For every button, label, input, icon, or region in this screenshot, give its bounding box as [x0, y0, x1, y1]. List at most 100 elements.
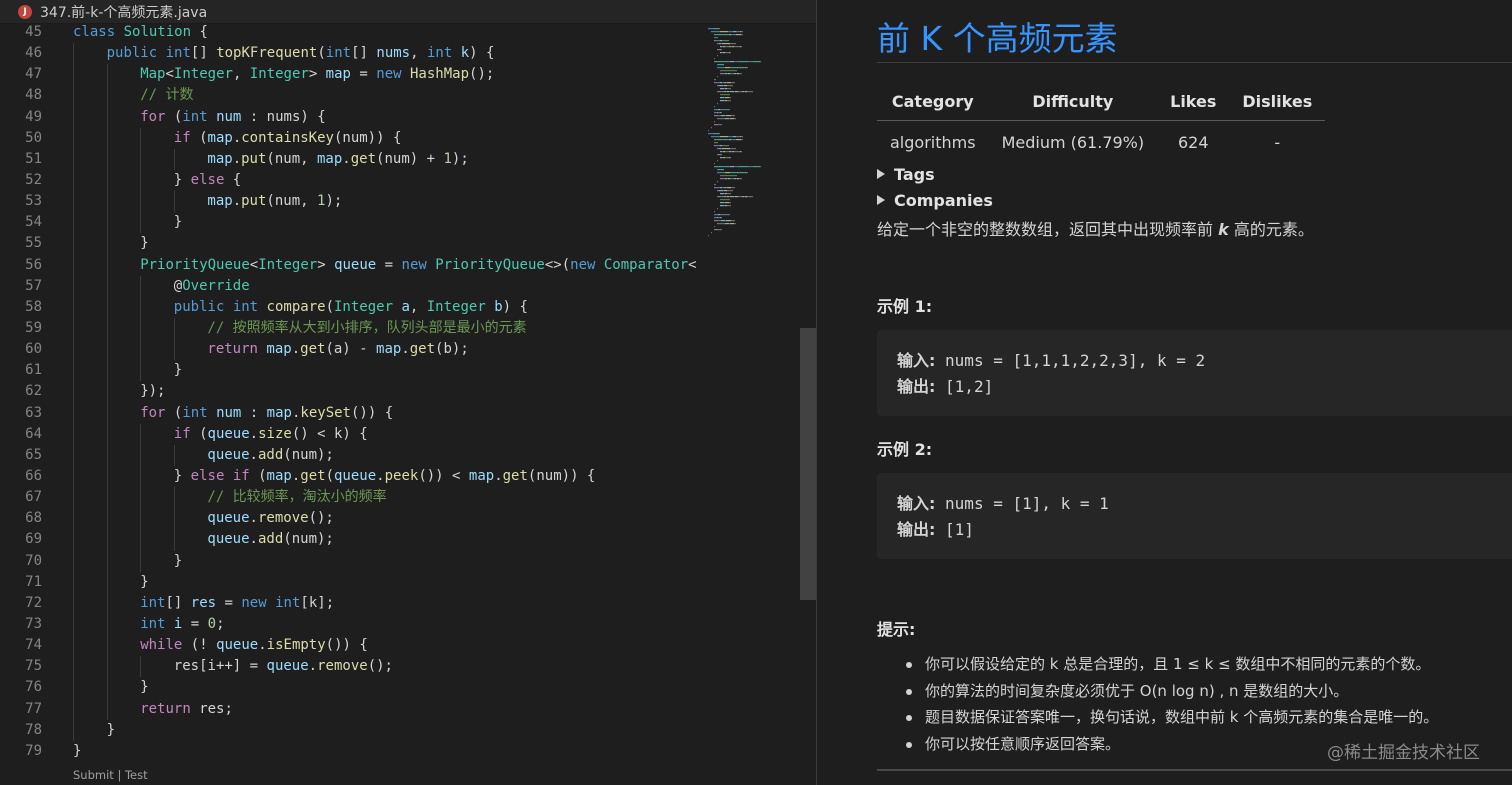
- code-line[interactable]: 74 while (! queue.isEmpty()) {: [0, 635, 704, 657]
- minimap-stroke: [727, 82, 731, 84]
- code-token: class: [73, 24, 116, 40]
- minimap-stroke: [722, 148, 730, 150]
- code-line[interactable]: 54}: [0, 212, 704, 234]
- minimap-stroke: [718, 154, 721, 156]
- code-line[interactable]: 71}: [0, 571, 704, 593]
- code-token: int: [426, 45, 453, 62]
- code-area[interactable]: 45 class Solution {46 public int[] topKFre…: [0, 22, 704, 762]
- indent-guide: [73, 169, 74, 192]
- code-line[interactable]: 62});: [0, 381, 704, 403]
- test-link[interactable]: Test: [125, 768, 148, 782]
- code-line[interactable]: 67 // 比较频率，淘汰小的频率: [0, 487, 704, 509]
- code-line[interactable]: 77 return res;: [0, 698, 704, 720]
- code-line[interactable]: 61}: [0, 360, 704, 382]
- code-line[interactable]: 64 if (queue.size() < k) {: [0, 423, 704, 445]
- code-token: }: [140, 573, 149, 590]
- code-token: (b);: [435, 341, 469, 358]
- code-line[interactable]: 45 class Solution {: [0, 22, 704, 43]
- submit-link[interactable]: Submit: [73, 768, 114, 782]
- minimap-stroke: [719, 187, 720, 189]
- code-text: return res;: [140, 699, 233, 720]
- code-token: size: [258, 425, 292, 442]
- code-line[interactable]: 70}: [0, 550, 704, 572]
- line-number: 68: [25, 510, 42, 527]
- minimap-stroke: [736, 166, 738, 168]
- minimap-stroke: [723, 166, 724, 168]
- minimap-stroke: [722, 46, 723, 48]
- minimap-stroke: [737, 178, 739, 180]
- code-token: int: [140, 615, 166, 632]
- code-line[interactable]: 66} else if (map.get(queue.peek()) < map…: [0, 465, 704, 488]
- code-editor[interactable]: J 347.前-k-个高频元素.java 45 class Solution {4…: [0, 0, 816, 785]
- code-text: for (int num : nums) {: [140, 107, 326, 128]
- code-token: queue: [266, 658, 309, 675]
- code-token: (: [317, 45, 326, 62]
- minimap-stroke: [729, 118, 730, 120]
- tags-disclosure[interactable]: Tags: [877, 165, 935, 184]
- code-token: []: [190, 45, 217, 62]
- minimap-stroke: [727, 178, 728, 180]
- code-line[interactable]: 55}: [0, 233, 704, 255]
- minimap-stroke: [731, 172, 736, 174]
- code-token: .: [308, 658, 318, 675]
- code-line[interactable]: 47 Map<Integer, Integer> map = new HashMa…: [0, 64, 704, 86]
- minimap-stroke: [725, 118, 729, 120]
- code-line[interactable]: 65 queue.add(num);: [0, 444, 704, 466]
- code-token: ,: [232, 66, 250, 83]
- indent-guide: [73, 550, 74, 572]
- code-line[interactable]: 51 map.put(num, map.get(num) + 1);: [0, 148, 704, 170]
- line-number: 51: [25, 150, 42, 167]
- minimap-stroke: [725, 52, 729, 54]
- minimap-stroke: [719, 82, 720, 84]
- editor-tab[interactable]: J 347.前-k-个高频元素.java: [0, 0, 207, 24]
- code-line[interactable]: 50 if (map.containsKey(num)) {: [0, 127, 704, 149]
- minimap-stroke: [718, 220, 721, 222]
- code-line[interactable]: 78}: [0, 719, 704, 741]
- code-token: (num)) {: [333, 129, 402, 146]
- code-line[interactable]: 59 // 按照频率从大到小排序，队列头部是最小的元素: [0, 317, 704, 340]
- code-line[interactable]: 58 public int compare(Integer a, Integer …: [0, 296, 704, 318]
- minimap-stroke: [714, 187, 716, 189]
- code-line[interactable]: 69 queue.add(num);: [0, 529, 704, 551]
- minimap-stroke: [738, 91, 742, 93]
- code-line[interactable]: 73 int i = 0;: [0, 613, 704, 636]
- code-line[interactable]: 46 public int[] topKFrequent(int[] nums, …: [0, 43, 704, 65]
- code-token: (num) +: [376, 150, 444, 167]
- code-line[interactable]: 49 for (int num : nums) {: [0, 106, 704, 128]
- code-token: int: [165, 45, 191, 62]
- code-text: public int[] topKFrequent(int[] nums, in…: [107, 43, 495, 64]
- difficulty-cell: Medium (61.79%): [1001, 133, 1145, 152]
- minimap-stroke: [730, 157, 731, 159]
- code-line[interactable]: 48 // 计数: [0, 85, 704, 107]
- scrollbar-thumb[interactable]: [800, 328, 816, 600]
- code-token: (a) -: [325, 341, 377, 358]
- line-number: 58: [25, 298, 42, 315]
- code-line[interactable]: 76}: [0, 677, 704, 699]
- code-line[interactable]: 75 res[i++] = queue.remove();: [0, 656, 704, 678]
- code-line[interactable]: 57 @Override: [0, 275, 704, 297]
- indent-guide: [106, 339, 108, 361]
- code-text: res[i++] = queue.remove();: [174, 656, 393, 677]
- minimap-stroke: [722, 40, 724, 42]
- code-line[interactable]: 63 for (int num : map.keySet()) {: [0, 402, 704, 424]
- companies-disclosure[interactable]: Companies: [877, 191, 993, 210]
- code-line[interactable]: 68 queue.remove();: [0, 508, 704, 530]
- minimap-stroke: [725, 178, 727, 180]
- minimap-stroke: [714, 217, 716, 219]
- line-number: 59: [25, 319, 42, 336]
- code-line[interactable]: 79}: [0, 741, 704, 762]
- code-token: Solution: [123, 24, 192, 40]
- code-token: :: [241, 108, 267, 125]
- code-token: .: [342, 150, 351, 167]
- minimap-stroke: [720, 217, 721, 219]
- code-line[interactable]: 72 int[] res = new int[k];: [0, 592, 704, 614]
- code-line[interactable]: 56 PriorityQueue<Integer> queue = new Pri…: [0, 254, 704, 276]
- minimap[interactable]: [704, 24, 800, 785]
- code-token: map: [207, 193, 233, 210]
- code-line[interactable]: 60 return map.get(a) - map.get(b);: [0, 339, 704, 361]
- code-line[interactable]: 52} else {: [0, 169, 704, 192]
- code-line[interactable]: 53 map.put(num, 1);: [0, 191, 704, 213]
